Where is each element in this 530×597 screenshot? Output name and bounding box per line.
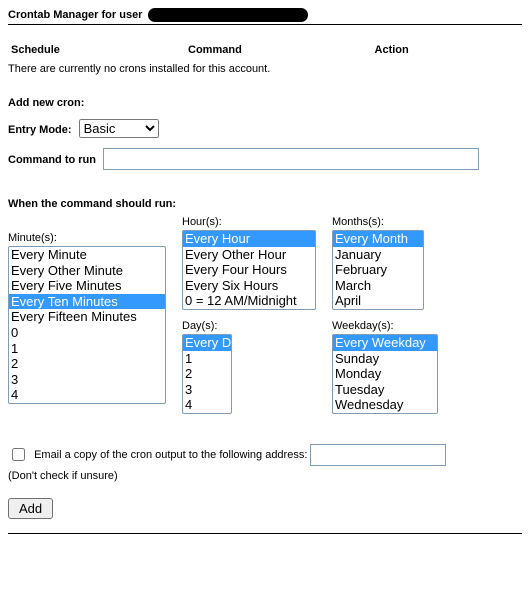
no-crons-message: There are currently no crons installed f… [8,63,522,75]
title-text: Crontab Manager for user [8,9,142,21]
list-item[interactable]: Sunday [333,351,437,367]
command-label: Command to run [8,154,96,166]
list-item[interactable]: 4 [9,387,165,403]
list-item[interactable]: 1 [9,341,165,357]
list-item[interactable]: 4 [183,397,231,413]
list-item[interactable]: Monday [333,366,437,382]
days-label: Day(s): [182,320,316,332]
list-item[interactable]: Every Six Hours [183,278,315,294]
months-select[interactable]: Every MonthJanuaryFebruaryMarchApril [332,230,424,310]
weekdays-label: Weekday(s): [332,320,438,332]
entry-mode-label: Entry Mode: [8,124,72,136]
hours-select[interactable]: Every HourEvery Other HourEvery Four Hou… [182,230,316,310]
email-checkbox[interactable] [12,448,25,461]
list-item[interactable]: Tuesday [333,382,437,398]
email-label: Email a copy of the cron output to the f… [34,449,307,461]
list-item[interactable]: Every Ten Minutes [9,294,165,310]
email-note: (Don't check if unsure) [8,470,522,482]
list-item[interactable]: 1 [183,351,231,367]
run-header: When the command should run: [8,198,522,210]
add-button[interactable]: Add [8,498,53,519]
days-select[interactable]: Every Day1234 [182,334,232,414]
col-command: Command [187,43,372,57]
add-cron-header: Add new cron: [8,97,522,109]
col-action: Action [374,43,520,57]
list-item[interactable]: February [333,262,423,278]
list-item[interactable]: January [333,247,423,263]
list-item[interactable]: Every Weekday [333,335,437,351]
list-item[interactable]: 2 [183,366,231,382]
divider-bottom [8,533,522,534]
list-item[interactable]: 3 [9,372,165,388]
list-item[interactable]: 0 [9,325,165,341]
minutes-select[interactable]: Every MinuteEvery Other MinuteEvery Five… [8,246,166,404]
username-redacted [148,8,308,22]
list-item[interactable]: Every Hour [183,231,315,247]
list-item[interactable]: Every Five Minutes [9,278,165,294]
command-input[interactable] [103,148,479,170]
list-item[interactable]: April [333,293,423,309]
list-item[interactable]: Every Four Hours [183,262,315,278]
page-title: Crontab Manager for user [8,8,522,22]
list-item[interactable]: 0 = 12 AM/Midnight [183,293,315,309]
list-item[interactable]: Every Month [333,231,423,247]
hours-label: Hour(s): [182,216,316,228]
entry-mode-row: Entry Mode: Basic [8,119,522,138]
list-item[interactable]: Every Fifteen Minutes [9,309,165,325]
cron-table: Schedule Command Action [8,41,522,59]
divider-top [8,24,522,25]
entry-mode-select[interactable]: Basic [79,119,159,138]
schedule-columns: Minute(s): Every MinuteEvery Other Minut… [8,216,522,414]
weekdays-select[interactable]: Every WeekdaySundayMondayTuesdayWednesda… [332,334,438,414]
list-item[interactable]: Every Other Minute [9,263,165,279]
list-item[interactable]: Wednesday [333,397,437,413]
list-item[interactable]: Every Minute [9,247,165,263]
col-schedule: Schedule [10,43,185,57]
list-item[interactable]: 3 [183,382,231,398]
email-row: Email a copy of the cron output to the f… [8,444,522,466]
list-item[interactable]: Every Other Hour [183,247,315,263]
list-item[interactable]: March [333,278,423,294]
months-label: Months(s): [332,216,438,228]
email-input[interactable] [310,444,446,466]
command-row: Command to run [8,148,522,170]
list-item[interactable]: Every Day [183,335,231,351]
list-item[interactable]: 2 [9,356,165,372]
minutes-label: Minute(s): [8,232,166,244]
